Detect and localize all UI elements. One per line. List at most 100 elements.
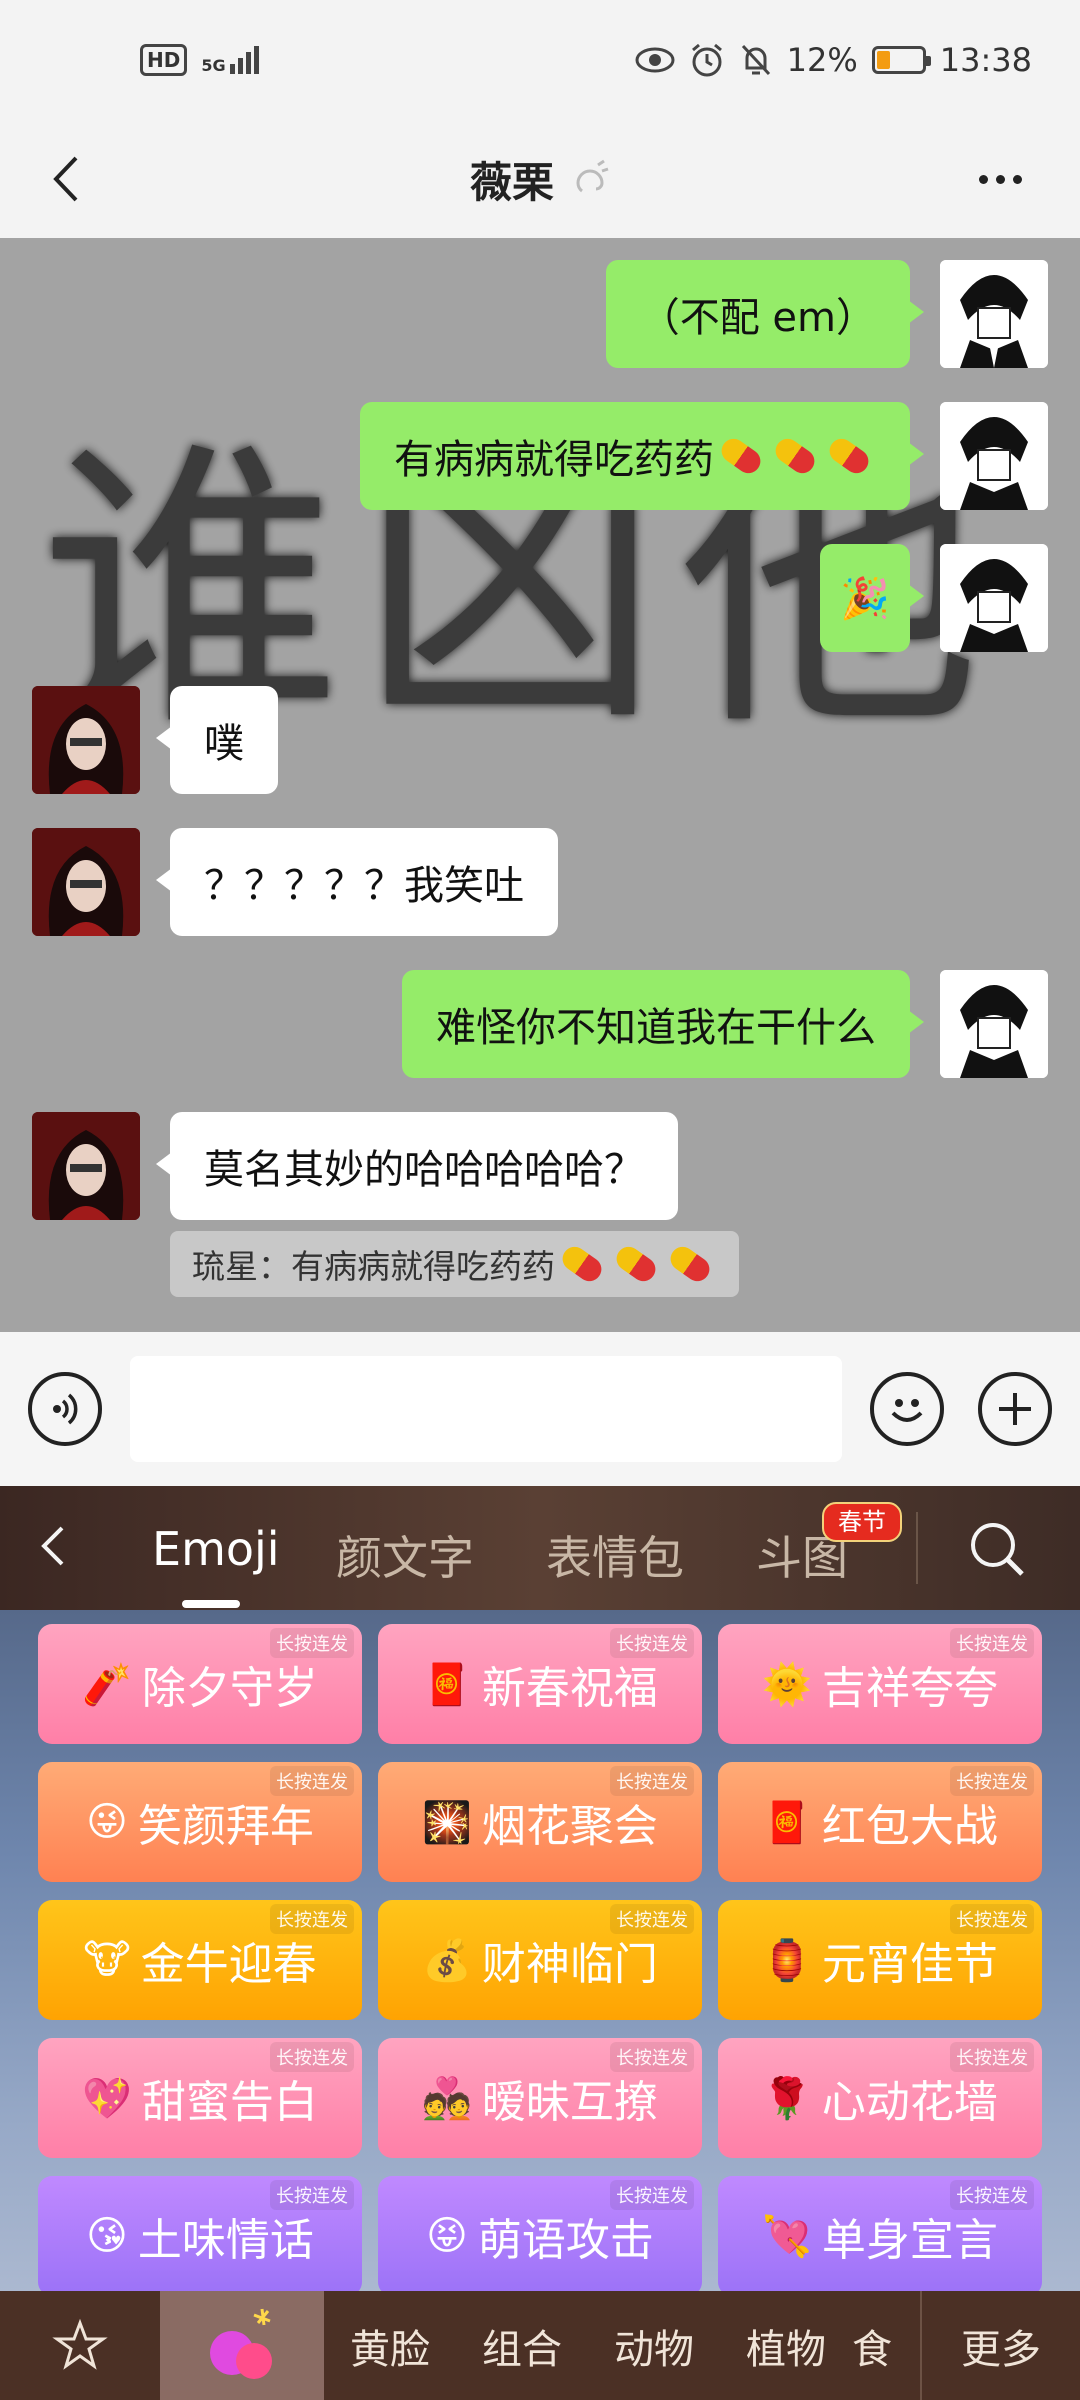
- category-food[interactable]: 食: [852, 2291, 912, 2400]
- card-label: 红包大战: [821, 1801, 998, 1852]
- avatar-image: [32, 828, 140, 936]
- back-button[interactable]: [30, 144, 100, 214]
- chat-area[interactable]: 谁凶他 （不配 em） 有病病就得吃药药 🎉 噗 ？？？？？我笑吐 难怪你不知道…: [0, 238, 1080, 1332]
- message-text: 🎉: [840, 575, 890, 622]
- card-label: 新春祝福: [481, 1663, 658, 1714]
- category-plants[interactable]: 植物: [720, 2291, 852, 2400]
- emoji-card[interactable]: 长按连发 💑 暧昧互撩: [378, 2038, 702, 2158]
- emoji-button[interactable]: [870, 1372, 944, 1446]
- more-dot: [995, 174, 1005, 184]
- status-left: HD 5G: [140, 44, 259, 76]
- keyboard-tab-bar: Emoji 颜文字 表情包 斗图 春节: [0, 1486, 1080, 1610]
- plus-button[interactable]: [978, 1372, 1052, 1446]
- status-right: 12% 13:38: [635, 41, 1032, 79]
- network-type-label: 5G: [201, 56, 226, 75]
- message-bubble-outgoing[interactable]: 难怪你不知道我在干什么: [402, 970, 924, 1078]
- pill-emoji: [770, 434, 820, 478]
- card-label: 心动花墙: [821, 2077, 998, 2128]
- message-text: ？？？？？我笑吐: [204, 863, 524, 909]
- long-press-label: 长按连发: [950, 1766, 1034, 1796]
- long-press-label: 长按连发: [950, 2180, 1034, 2210]
- keyboard-search-button[interactable]: [966, 1518, 1028, 1580]
- emoji-card[interactable]: 长按连发 🧧 新春祝福: [378, 1624, 702, 1744]
- avatar-image: [940, 260, 1048, 368]
- long-press-label: 长按连发: [270, 2180, 354, 2210]
- long-press-label: 长按连发: [270, 2042, 354, 2072]
- battery-icon: [871, 46, 931, 74]
- my-avatar[interactable]: [940, 402, 1048, 510]
- favorites-tab[interactable]: [0, 2291, 160, 2400]
- avatar-image: [940, 402, 1048, 510]
- status-bar: HD 5G 12% 13:38: [0, 0, 1080, 120]
- emoji-card[interactable]: 长按连发 🌞 吉祥夸夸: [718, 1624, 1042, 1744]
- contact-avatar[interactable]: [32, 828, 140, 936]
- category-combo[interactable]: 组合: [456, 2291, 588, 2400]
- divider: [916, 1512, 918, 1584]
- card-label: 萌语攻击: [477, 2215, 654, 2266]
- contact-avatar[interactable]: [32, 686, 140, 794]
- message-bubble-incoming[interactable]: ？？？？？我笑吐: [156, 828, 558, 936]
- message-text: 莫名其妙的哈哈哈哈哈？: [204, 1147, 644, 1193]
- voice-button[interactable]: [28, 1372, 102, 1446]
- pill-emoji: [557, 1242, 607, 1286]
- my-avatar[interactable]: [940, 544, 1048, 652]
- card-label: 笑颜拜年: [137, 1801, 314, 1852]
- my-avatar[interactable]: [940, 260, 1048, 368]
- long-press-label: 长按连发: [610, 1766, 694, 1796]
- category-yellow-face[interactable]: 黄脸: [324, 2291, 456, 2400]
- more-categories-button[interactable]: 更多: [920, 2291, 1080, 2400]
- card-label: 单身宣言: [821, 2215, 998, 2266]
- category-festival-tab[interactable]: [160, 2291, 324, 2400]
- emoji-card[interactable]: 长按连发 🎇 烟花聚会: [378, 1762, 702, 1882]
- signal-bars-icon: [229, 46, 259, 74]
- tab-kaomoji[interactable]: 颜文字: [336, 1522, 474, 1588]
- emoji-card[interactable]: 长按连发 🐮 金牛迎春: [38, 1900, 362, 2020]
- emoji-card[interactable]: 长按连发 😝 萌语攻击: [378, 2176, 702, 2296]
- message-bubble-outgoing[interactable]: 🎉: [820, 544, 924, 652]
- message-text: （不配 em）: [639, 295, 876, 341]
- signal-indicator: 5G: [201, 46, 259, 75]
- keyboard-back-button[interactable]: [40, 1516, 90, 1576]
- more-button[interactable]: [960, 144, 1040, 214]
- long-press-label: 长按连发: [950, 2042, 1034, 2072]
- message-input[interactable]: [130, 1356, 842, 1462]
- tab-stickers[interactable]: 表情包: [546, 1522, 684, 1588]
- tab-emoji[interactable]: Emoji: [152, 1522, 280, 1576]
- card-label: 金牛迎春: [140, 1939, 317, 1990]
- emoji-card[interactable]: 长按连发 💖 甜蜜告白: [38, 2038, 362, 2158]
- emoji-card[interactable]: 长按连发 🌹 心动花墙: [718, 2038, 1042, 2158]
- contact-avatar[interactable]: [32, 1112, 140, 1220]
- category-animals[interactable]: 动物: [588, 2291, 720, 2400]
- message-text: 有病病就得吃药药: [394, 437, 714, 483]
- card-emoji: 😝: [426, 2213, 468, 2259]
- message-bubble-incoming[interactable]: 噗: [156, 686, 278, 794]
- my-avatar[interactable]: [940, 970, 1048, 1078]
- pill-emoji: [665, 1242, 715, 1286]
- page-title: 薇栗: [470, 149, 610, 210]
- hd-badge: HD: [140, 44, 188, 76]
- quote-text: 琉星：有病病就得吃药药: [192, 1247, 555, 1286]
- message-bubble-outgoing[interactable]: 有病病就得吃药药: [360, 402, 924, 510]
- emoji-card[interactable]: 长按连发 😘 土味情话: [38, 2176, 362, 2296]
- star-icon: [52, 2318, 108, 2370]
- input-bar: [0, 1332, 1080, 1486]
- quoted-reply[interactable]: 琉星：有病病就得吃药药: [170, 1231, 739, 1297]
- emoji-card[interactable]: 长按连发 💘 单身宣言: [718, 2176, 1042, 2296]
- bell-mute-icon: [741, 44, 770, 76]
- emoji-card[interactable]: 长按连发 🏮 元宵佳节: [718, 1900, 1042, 2020]
- message-bubble-incoming[interactable]: 莫名其妙的哈哈哈哈哈？: [156, 1112, 678, 1220]
- long-press-label: 长按连发: [610, 1904, 694, 1934]
- card-emoji: 💰: [422, 1937, 472, 1984]
- emoji-card[interactable]: 长按连发 😜 笑颜拜年: [38, 1762, 362, 1882]
- search-icon: [971, 1523, 1024, 1576]
- active-tab-indicator: [182, 1600, 240, 1608]
- card-emoji: 🌹: [762, 2075, 812, 2122]
- emoji-card[interactable]: 长按连发 🧨 除夕守岁: [38, 1624, 362, 1744]
- emoji-card[interactable]: 长按连发 💰 财神临门: [378, 1900, 702, 2020]
- pill-emoji: [611, 1242, 661, 1286]
- long-press-label: 长按连发: [270, 1628, 354, 1658]
- chevron-left-icon: [53, 156, 78, 202]
- emoji-card[interactable]: 长按连发 🧧 红包大战: [718, 1762, 1042, 1882]
- eye-icon: [635, 47, 675, 73]
- message-bubble-outgoing[interactable]: （不配 em）: [605, 260, 925, 368]
